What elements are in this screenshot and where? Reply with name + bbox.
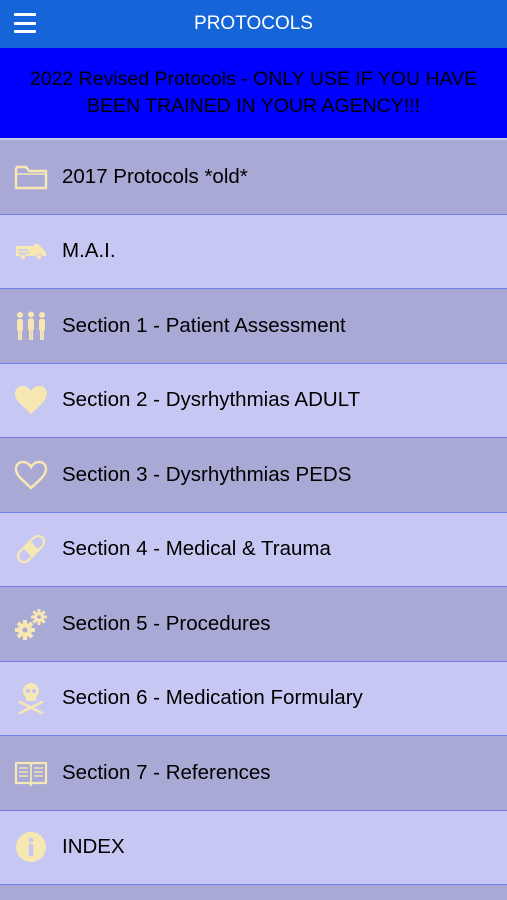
- list-item-label: Section 7 - References: [62, 760, 271, 784]
- skull-crossbones-icon: [0, 681, 62, 715]
- list-item-section-4[interactable]: Section 4 - Medical & Trauma: [0, 512, 507, 587]
- list-item-label: Section 6 - Medication Formulary: [62, 686, 363, 710]
- info-icon: [0, 831, 62, 863]
- app-header: PROTOCOLS: [0, 0, 507, 48]
- list-item-section-6[interactable]: Section 6 - Medication Formulary: [0, 661, 507, 736]
- bandage-icon: [0, 532, 62, 566]
- heart-filled-icon: [0, 385, 62, 415]
- list-item-label: INDEX: [62, 835, 125, 859]
- gears-icon: [0, 607, 62, 641]
- list-item-index[interactable]: INDEX: [0, 810, 507, 885]
- hamburger-menu-icon[interactable]: [14, 13, 36, 33]
- people-icon: [0, 311, 62, 341]
- list-item-label: M.A.I.: [62, 239, 116, 263]
- protocol-list: 2017 Protocols *old* M.A.I. Section 1 - …: [0, 140, 507, 885]
- list-item-mai[interactable]: M.A.I.: [0, 214, 507, 289]
- list-item-section-2[interactable]: Section 2 - Dysrhythmias ADULT: [0, 363, 507, 438]
- list-item-label: 2017 Protocols *old*: [62, 164, 248, 188]
- heart-outline-icon: [0, 460, 62, 490]
- book-icon: [0, 759, 62, 787]
- folder-icon: [0, 164, 62, 190]
- list-item-section-5[interactable]: Section 5 - Procedures: [0, 587, 507, 662]
- list-item-section-3[interactable]: Section 3 - Dysrhythmias PEDS: [0, 438, 507, 513]
- list-item-label: Section 1 - Patient Assessment: [62, 313, 346, 337]
- page-title: PROTOCOLS: [194, 13, 313, 34]
- list-item-2017-protocols[interactable]: 2017 Protocols *old*: [0, 140, 507, 215]
- list-item-section-7[interactable]: Section 7 - References: [0, 736, 507, 811]
- ambulance-icon: [0, 241, 62, 261]
- list-item-label: Section 5 - Procedures: [62, 611, 271, 635]
- list-item-label: Section 2 - Dysrhythmias ADULT: [62, 388, 361, 412]
- list-item-label: Section 3 - Dysrhythmias PEDS: [62, 462, 352, 486]
- list-item-label: Section 4 - Medical & Trauma: [62, 537, 331, 561]
- list-item-section-1[interactable]: Section 1 - Patient Assessment: [0, 289, 507, 364]
- warning-banner: 2022 Revised Protocols - ONLY USE IF YOU…: [0, 48, 507, 140]
